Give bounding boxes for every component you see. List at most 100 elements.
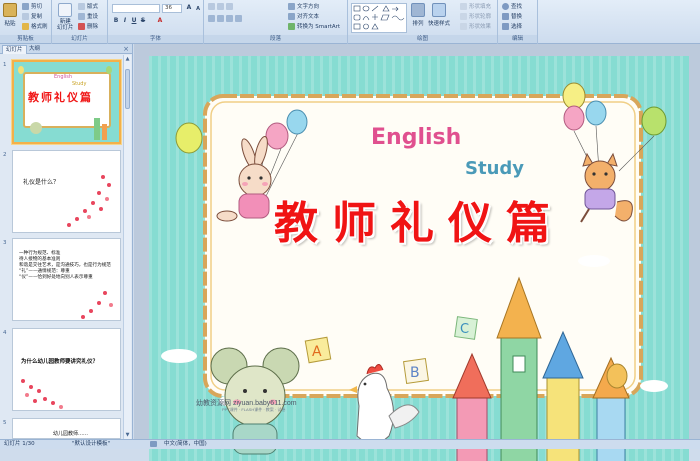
new-slide-button[interactable]: 新建 幻灯片 <box>57 3 74 31</box>
font-size-combo[interactable]: 36 <box>162 4 182 13</box>
text-direction-button[interactable]: 文字方向 <box>288 2 319 10</box>
cut-button[interactable]: 剪切 <box>22 2 42 10</box>
slides-group: 新建 幻灯片 版式 重设 删除 幻灯片 <box>52 0 108 44</box>
format-painter-label: 格式刷 <box>31 24 48 30</box>
font-color-button[interactable]: A <box>156 17 164 25</box>
thumb-title: 教师礼仪篇 <box>28 91 93 104</box>
convert-smartart-button[interactable]: 转换为 SmartArt <box>288 22 340 30</box>
underline-button[interactable]: U <box>130 17 138 25</box>
effects-icon <box>460 22 467 30</box>
shapes-gallery[interactable] <box>351 3 407 33</box>
convert-smartart-label: 转换为 SmartArt <box>297 24 341 30</box>
slide-thumbnail-3[interactable]: 一种行为规范、标准 待人接物的基本准则 和谐是交往艺术，是沟通技巧，也是行为规范… <box>12 238 121 321</box>
slide-number: 2 <box>3 152 7 158</box>
shape-effects-button[interactable]: 形状效果 <box>460 22 491 30</box>
clipboard-group: 粘贴 剪切 复制 格式刷 剪贴板 <box>0 0 52 44</box>
brush-icon <box>22 22 29 30</box>
thumb-slide-text: 为什么幼儿园教师要讲究礼仪？ <box>21 359 99 365</box>
layout-button[interactable]: 版式 <box>78 2 98 10</box>
slide-thumbnail-4[interactable]: 为什么幼儿园教师要讲究礼仪？ <box>12 328 121 411</box>
paste-button[interactable]: 粘贴 <box>3 3 17 27</box>
arrange-button[interactable]: 排列 <box>411 3 425 27</box>
slide-thumbnail-5[interactable]: 幼儿园教师…… <box>12 418 121 439</box>
text-direction-label: 文字方向 <box>297 4 320 10</box>
tower-icon <box>94 118 100 140</box>
thumb-text-block: 一种行为规范、标准 待人接物的基本准则 和谐是交往艺术，是沟通技巧，也是行为规范… <box>19 251 117 281</box>
new-slide-label: 新建 幻灯片 <box>57 19 74 31</box>
delete-label: 删除 <box>87 24 99 30</box>
italic-button[interactable]: I <box>121 17 129 25</box>
align-right-icon <box>226 15 233 22</box>
find-button[interactable]: 查找 <box>502 2 522 10</box>
align-buttons[interactable] <box>208 15 242 22</box>
align-left-icon <box>208 15 215 22</box>
clipboard-group-label: 剪贴板 <box>0 35 51 43</box>
layout-label: 版式 <box>87 4 99 10</box>
drawing-group-label: 绘图 <box>348 35 497 43</box>
theme-name: "默认设计模板" <box>72 441 111 447</box>
editing-group-label: 编辑 <box>498 35 537 43</box>
svg-text:B: B <box>410 365 420 381</box>
select-icon <box>502 22 509 30</box>
status-bar: 幻灯片 1/30 "默认设计模板" 中文(简体，中国) <box>0 439 700 449</box>
balloon-icon <box>585 100 607 126</box>
tower-icon <box>102 124 107 140</box>
fill-icon <box>460 2 467 10</box>
font-size-value: 36 <box>165 5 172 11</box>
balloon-icon <box>562 82 586 110</box>
close-icon[interactable]: × <box>123 44 129 54</box>
slide-thumbnail-2[interactable]: 礼仪是什么？ <box>12 150 121 233</box>
delete-button[interactable]: 删除 <box>78 22 98 30</box>
indent-icon <box>226 3 233 10</box>
slide-editor: English Study A B C 教师礼仪篇 幼教资源网 ziyuan.b… <box>134 44 700 461</box>
format-painter-button[interactable]: 格式刷 <box>22 22 48 30</box>
thumbnails-scrollbar[interactable]: ▲ ▼ <box>123 55 131 439</box>
tab-outline[interactable]: 大纲 <box>26 45 43 54</box>
strikethrough-button[interactable]: S <box>139 17 147 25</box>
scroll-up-icon[interactable]: ▲ <box>124 55 131 63</box>
ribbon: 粘贴 剪切 复制 格式刷 剪贴板 新建 幻灯片 版式 重设 删除 幻灯片 36 … <box>0 0 700 44</box>
select-button[interactable]: 选择 <box>502 22 522 30</box>
slide-title[interactable]: 教师礼仪篇 <box>149 187 689 251</box>
find-icon <box>502 2 509 10</box>
balloon-icon <box>606 363 628 389</box>
paragraph-group-label: 段落 <box>204 35 347 43</box>
scissors-icon <box>22 2 29 10</box>
scroll-down-icon[interactable]: ▼ <box>124 431 131 439</box>
spellcheck-icon[interactable] <box>150 441 157 447</box>
slides-group-label: 幻灯片 <box>52 35 107 43</box>
font-group: 36 A A B I U S A 字体 <box>108 0 204 44</box>
letter-block-c: C <box>454 316 478 340</box>
align-text-button[interactable]: 对齐文本 <box>288 12 319 20</box>
balloon-icon <box>563 105 585 131</box>
balloon-icon <box>641 106 667 136</box>
language-indicator[interactable]: 中文(简体，中国) <box>164 440 207 449</box>
svg-text:C: C <box>460 322 469 337</box>
balloon-icon <box>106 66 112 74</box>
bold-button[interactable]: B <box>112 17 120 25</box>
new-slide-icon <box>58 3 73 17</box>
slide-canvas[interactable]: English Study A B C 教师礼仪篇 幼教资源网 ziyuan.b… <box>149 56 689 461</box>
slide-thumbnail-1[interactable]: English Study 教师礼仪篇 <box>12 60 121 144</box>
grow-font-button[interactable]: A <box>185 4 193 12</box>
bullets-button[interactable] <box>208 3 233 10</box>
layout-icon <box>78 2 85 10</box>
justify-icon <box>235 15 242 22</box>
tab-slides[interactable]: 幻灯片 <box>2 45 27 54</box>
shape-fill-button[interactable]: 形状填充 <box>460 2 491 10</box>
copy-button[interactable]: 复制 <box>22 12 42 20</box>
replace-button[interactable]: 替换 <box>502 12 522 20</box>
smartart-icon <box>288 22 295 30</box>
slide-number: 4 <box>3 330 7 336</box>
quick-styles-button[interactable]: 快速样式 <box>428 3 450 27</box>
font-name-combo[interactable] <box>112 4 160 13</box>
shrink-font-button[interactable]: A <box>194 5 202 13</box>
reset-button[interactable]: 重设 <box>78 12 98 20</box>
align-center-icon <box>217 15 224 22</box>
scroll-thumb[interactable] <box>125 69 130 109</box>
thumb-slide-text: 幼儿园教师…… <box>53 431 89 437</box>
slide-counter: 幻灯片 1/30 <box>4 441 35 447</box>
shape-outline-button[interactable]: 形状轮廓 <box>460 12 491 20</box>
text-direction-icon <box>288 2 295 10</box>
find-label: 查找 <box>511 4 523 10</box>
